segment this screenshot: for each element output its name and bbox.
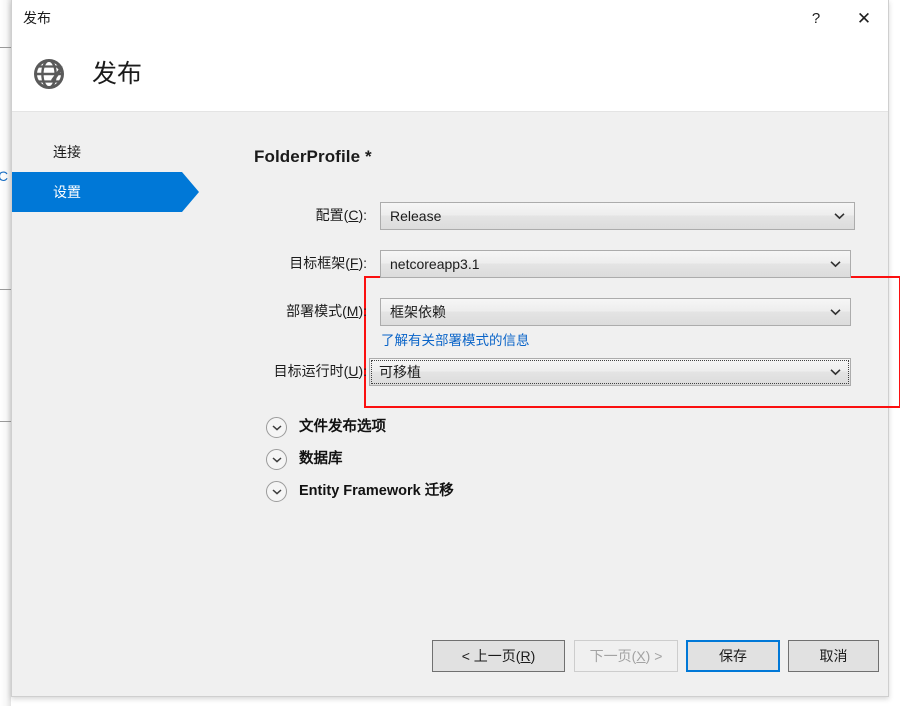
label-mnemonic: C (348, 207, 359, 223)
close-icon[interactable]: ✕ (841, 0, 887, 37)
configuration-label: 配置(C): (254, 206, 367, 224)
chevron-down-icon[interactable] (266, 481, 287, 502)
background-divider-top (0, 47, 11, 48)
section-label: Entity Framework 迁移 (299, 483, 454, 499)
label-prefix: 配置( (315, 207, 349, 223)
form-row-deployment-mode: 部署模式(M): 框架依赖 (254, 298, 889, 326)
form-row-target-runtime: 目标运行时(U): 可移植 (254, 358, 889, 386)
chevron-down-icon (834, 213, 845, 220)
form-row-configuration: 配置(C): Release (254, 202, 889, 230)
chevron-down-icon (830, 369, 841, 376)
profile-title: FolderProfile * (254, 147, 372, 166)
label-prefix: 目标框架( (289, 255, 350, 271)
section-database[interactable]: 数据库 (266, 449, 343, 470)
globe-publish-icon (31, 53, 71, 93)
dialog-footer: < 上一页(R) 下一页(X) > 保存 取消 (12, 612, 888, 696)
background-divider-mid (0, 289, 11, 290)
target-runtime-label: 目标运行时(U): (254, 362, 367, 380)
dialog-titlebar: 发布 ? ✕ (12, 0, 888, 37)
chevron-down-icon (830, 261, 841, 268)
dialog-title: 发布 (23, 10, 51, 26)
help-icon[interactable]: ? (793, 0, 839, 37)
configuration-dropdown[interactable]: Release (380, 202, 855, 230)
button-label-prefix: 下一页( (589, 648, 637, 664)
dialog-header: 发布 (12, 37, 888, 112)
section-label: 文件发布选项 (299, 419, 386, 435)
publish-dialog: 发布 ? ✕ 发布 连接 设置 FolderProfile * 配置(C): R… (11, 0, 900, 697)
deployment-mode-label: 部署模式(M): (254, 302, 367, 320)
settings-panel: FolderProfile * 配置(C): Release 目标框架(F): … (254, 112, 900, 696)
next-button[interactable]: 下一页(X) > (574, 640, 678, 672)
label-mnemonic: M (346, 303, 359, 319)
deployment-mode-dropdown[interactable]: 框架依赖 (380, 298, 851, 326)
nav-item-connect[interactable]: 连接 (12, 132, 182, 172)
nav-item-label: 设置 (53, 184, 81, 200)
button-label-suffix: ) > (645, 648, 663, 664)
label-suffix: ): (358, 363, 367, 379)
target-runtime-dropdown[interactable]: 可移植 (369, 358, 851, 386)
dialog-body: 连接 设置 FolderProfile * 配置(C): Release 目标框… (12, 112, 900, 696)
button-label-suffix: ) (530, 648, 536, 664)
nav-item-label: 连接 (53, 144, 81, 160)
background-text-fragment: C (0, 168, 9, 184)
cancel-button[interactable]: 取消 (788, 640, 879, 672)
nav-selected-arrow-icon (182, 172, 199, 212)
section-entity-framework-migrations[interactable]: Entity Framework 迁移 (266, 481, 454, 502)
screen: C 发布 ? ✕ 发布 连接 设置 FolderProfile * 配置(C):… (0, 0, 900, 706)
label-suffix: ): (358, 255, 367, 271)
target-runtime-value: 可移植 (379, 364, 421, 380)
form-row-target-framework: 目标框架(F): netcoreapp3.1 (254, 250, 889, 278)
background-panel (0, 0, 11, 706)
label-suffix: ): (358, 207, 367, 223)
previous-button[interactable]: < 上一页(R) (432, 640, 565, 672)
background-divider-bottom (0, 421, 11, 422)
button-mnemonic: X (636, 648, 646, 664)
button-mnemonic: R (520, 648, 531, 664)
button-label-prefix: < 上一页( (461, 648, 521, 664)
target-framework-label: 目标框架(F): (254, 254, 367, 272)
section-file-publish-options[interactable]: 文件发布选项 (266, 417, 386, 438)
chevron-down-icon[interactable] (266, 417, 287, 438)
section-label: 数据库 (299, 451, 343, 467)
deployment-mode-value: 框架依赖 (390, 304, 446, 320)
chevron-down-icon[interactable] (266, 449, 287, 470)
label-mnemonic: U (348, 363, 359, 379)
label-prefix: 部署模式( (286, 303, 347, 319)
dialog-header-title: 发布 (92, 60, 143, 88)
target-framework-value: netcoreapp3.1 (390, 256, 480, 272)
target-framework-dropdown[interactable]: netcoreapp3.1 (380, 250, 851, 278)
label-suffix: ): (358, 303, 367, 319)
label-prefix: 目标运行时( (273, 363, 349, 379)
wizard-nav: 连接 设置 (12, 132, 222, 212)
configuration-value: Release (390, 208, 442, 224)
save-button[interactable]: 保存 (686, 640, 780, 672)
nav-item-settings[interactable]: 设置 (12, 172, 199, 212)
deployment-mode-help-link[interactable]: 了解有关部署模式的信息 (381, 332, 530, 349)
chevron-down-icon (830, 309, 841, 316)
